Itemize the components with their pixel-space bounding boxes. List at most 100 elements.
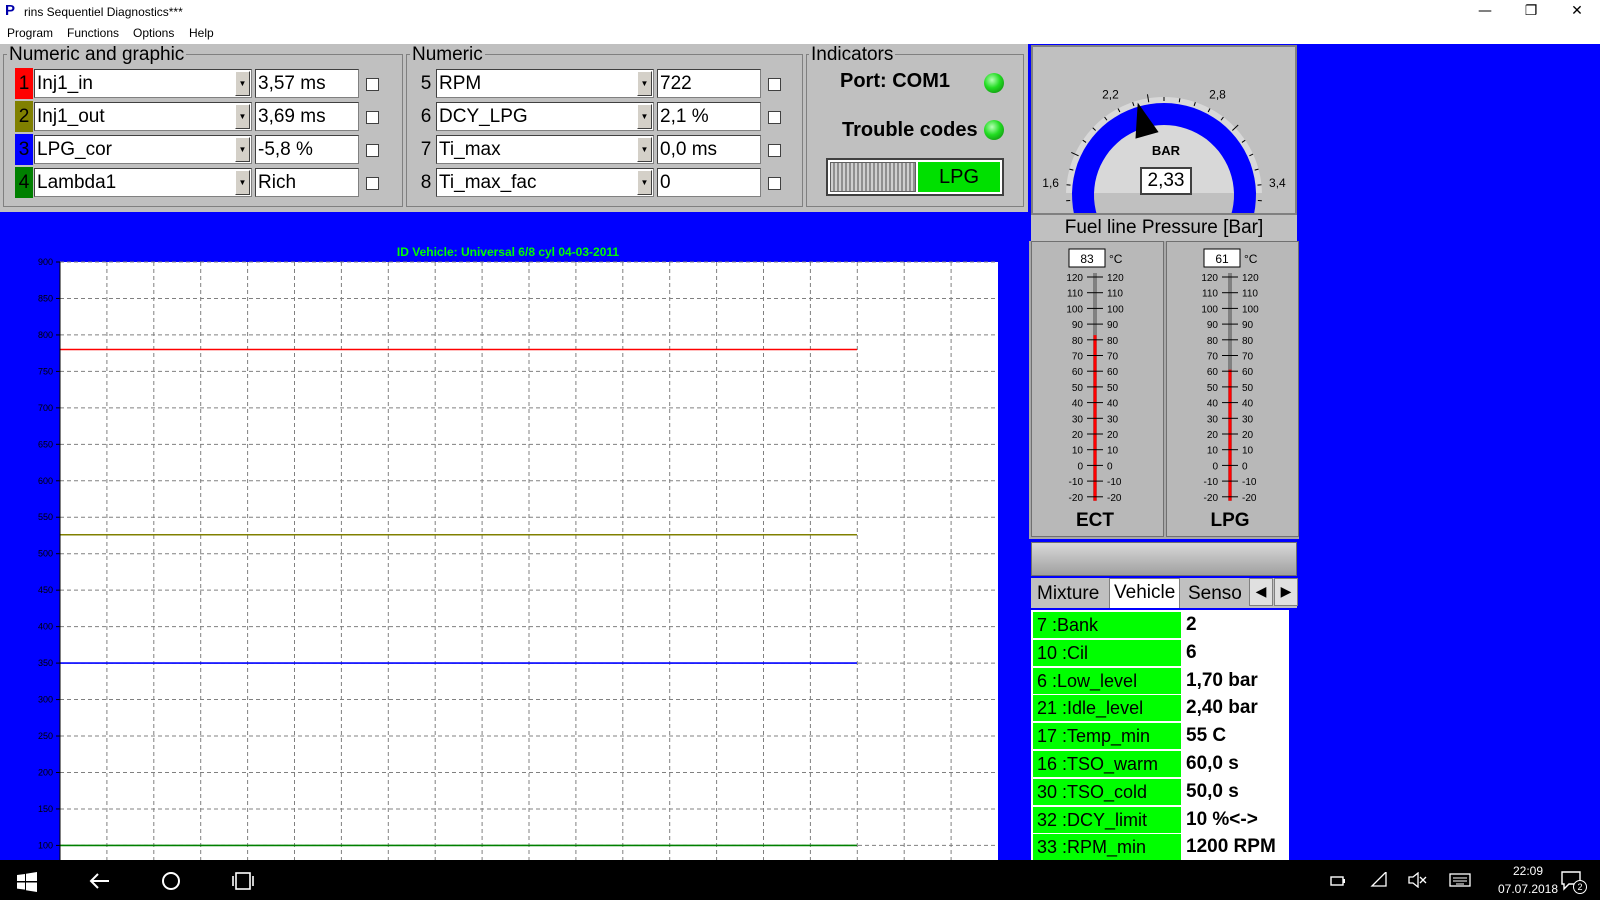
chart-title: ID Vehicle: Universal 6/8 cyl 04-03-2011 [397,245,619,259]
vehicle-param-name: 32 :DCY_limit [1033,806,1181,833]
menu-program[interactable]: Program [7,26,53,40]
param-value-text: 3,57 ms [258,73,326,94]
tab-prev-button[interactable]: ◀ [1249,578,1273,606]
param-checkbox[interactable] [768,111,781,124]
vehicle-param-name: 17 :Temp_min [1033,723,1181,750]
param-checkbox[interactable] [366,177,379,190]
maximize-button[interactable]: ❐ [1508,0,1554,24]
menu-options[interactable]: Options [133,26,174,40]
tab-mixture[interactable]: Mixture [1037,583,1099,605]
param-number: 5 [420,73,432,94]
param-value-text: 0,0 ms [660,139,718,160]
param-checkbox[interactable] [768,78,781,91]
param-checkbox[interactable] [366,111,379,124]
vehicle-table-row[interactable]: 17 :Temp_min 55 C [1033,723,1287,751]
notifications-badge: 2 [1573,880,1587,894]
chevron-down-icon[interactable]: ▼ [637,170,652,195]
y-tick-label: 900 [38,257,53,267]
chevron-down-icon[interactable]: ▼ [637,104,652,129]
param-select[interactable]: RPM ▼ [436,69,654,98]
param-select-value: LPG_cor [37,139,112,160]
therm-scale-left: 0 [1212,461,1218,472]
therm-scale-right: 30 [1242,414,1254,425]
fuel-switch-label: LPG [918,162,1000,192]
task-view-icon[interactable] [232,871,254,891]
param-value-text: Rich [258,172,297,193]
clock-date[interactable]: 07.07.2018 [1488,882,1568,896]
vehicle-param-value: 2,40 bar [1183,695,1287,722]
windows-start-icon[interactable] [17,872,37,892]
vehicle-param-value: 60,0 s [1183,751,1287,777]
vehicle-param-value: 50,0 s [1183,778,1287,805]
tab-next-button[interactable]: ▶ [1274,578,1298,606]
chevron-down-icon[interactable]: ▼ [235,104,250,129]
keyboard-icon[interactable] [1449,873,1471,887]
y-tick-label: 400 [38,622,53,632]
top-panel: Numeric and graphic Numeric Indicators P… [0,44,1028,212]
therm-scale-right: 120 [1242,273,1259,284]
y-tick-label: 150 [38,804,53,814]
tab-vehicle[interactable]: Vehicle [1109,578,1181,608]
param-checkbox[interactable] [366,144,379,157]
fuel-switch-knob[interactable] [830,162,916,192]
vehicle-table-row[interactable]: 30 :TSO_cold 50,0 s [1033,778,1287,807]
therm-readout: 83 [1080,252,1094,266]
chevron-down-icon[interactable]: ▼ [637,137,652,162]
chevron-down-icon[interactable]: ▼ [235,71,250,96]
vehicle-param-value: 1,70 bar [1183,667,1287,694]
vehicle-table-row[interactable]: 21 :Idle_level 2,40 bar [1033,695,1287,723]
param-select[interactable]: LPG_cor ▼ [34,135,252,164]
therm-scale-right: 80 [1242,336,1254,347]
param-select[interactable]: Ti_max_fac ▼ [436,168,654,197]
param-select[interactable]: Inj1_in ▼ [34,69,252,98]
therm-scale-right: 90 [1107,320,1119,331]
y-tick-label: 800 [38,330,53,340]
vehicle-table-row[interactable]: 33 :RPM_min 1200 RPM [1033,834,1287,862]
param-number: 4 [15,167,33,198]
vehicle-table-row[interactable]: 6 :Low_level 1,70 bar [1033,667,1287,696]
tab-sensors[interactable]: Senso [1188,583,1248,605]
param-checkbox[interactable] [768,177,781,190]
thermometer-ect: 83 °C 120 120 110 110 100 100 90 90 80 80 70 70 60 60 50… [1031,241,1164,537]
chart-svg: ID Vehicle: Universal 6/8 cyl 04-03-2011… [38,245,998,860]
volume-muted-icon[interactable] [1407,872,1427,888]
minimize-button[interactable]: — [1462,0,1508,24]
therm-label: LPG [1210,510,1249,531]
chevron-down-icon[interactable]: ▼ [637,71,652,96]
trouble-codes-label: Trouble codes [842,119,978,141]
vehicle-param-name: 7 :Bank [1033,612,1181,638]
param-value: Rich [255,168,359,197]
param-select[interactable]: DCY_LPG ▼ [436,102,654,131]
therm-scale-left: 40 [1072,399,1084,410]
chevron-down-icon[interactable]: ▼ [235,170,250,195]
therm-scale-right: 60 [1107,367,1119,378]
therm-scale-right: 60 [1242,367,1254,378]
param-select[interactable]: Ti_max ▼ [436,135,654,164]
vehicle-table-row[interactable]: 10 :Cil 6 [1033,639,1287,668]
vehicle-table-row[interactable]: 32 :DCY_limit 10 %<-> [1033,806,1287,835]
param-select[interactable]: Inj1_out ▼ [34,102,252,131]
taskbar: 22:09 07.07.2018 2 [0,860,1600,900]
menu-help[interactable]: Help [189,26,214,40]
battery-icon[interactable] [1330,875,1346,887]
vehicle-table-row[interactable]: 16 :TSO_warm 60,0 s [1033,751,1287,779]
therm-scale-left: 50 [1072,383,1084,394]
fuel-switch[interactable]: LPG [826,158,1004,196]
clock-time[interactable]: 22:09 [1488,864,1568,878]
trouble-codes-led[interactable] [984,120,1004,140]
close-button[interactable]: ✕ [1554,0,1600,24]
menu-functions[interactable]: Functions [67,26,119,40]
param-checkbox[interactable] [768,144,781,157]
gauge-scale-label: 3,4 [1269,176,1286,190]
wifi-icon[interactable] [1370,872,1388,888]
vehicle-table-row[interactable]: 7 :Bank 2 [1033,612,1287,640]
param-select[interactable]: Lambda1 ▼ [34,168,252,197]
param-checkbox[interactable] [366,78,379,91]
vehicle-param-name: 10 :Cil [1033,639,1181,666]
therm-scale-right: 120 [1107,273,1124,284]
thermometer-panel: 83 °C 120 120 110 110 100 100 90 90 80 80 70 70 60 60 50… [1029,241,1299,539]
chevron-down-icon[interactable]: ▼ [235,137,250,162]
therm-scale-right: 20 [1242,430,1254,441]
back-arrow-icon[interactable] [89,872,111,890]
cortana-circle-icon[interactable] [161,871,181,891]
